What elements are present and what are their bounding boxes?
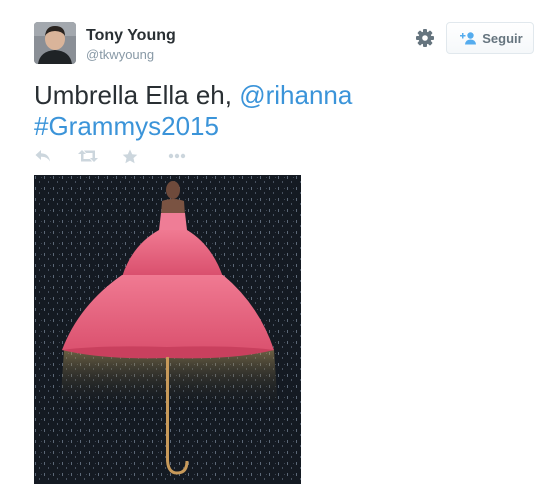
tweet-actions <box>34 148 186 164</box>
favorite-button[interactable] <box>122 149 138 164</box>
hashtag-link[interactable]: #Grammys2015 <box>34 111 219 141</box>
avatar-image <box>34 22 76 64</box>
reply-button[interactable] <box>34 149 52 163</box>
tweet-text-body: Umbrella Ella eh, <box>34 80 240 110</box>
retweet-button[interactable] <box>78 149 98 163</box>
more-icon <box>168 153 186 159</box>
photo-icon <box>34 175 301 484</box>
gear-icon <box>416 29 434 47</box>
favorite-icon <box>122 149 138 163</box>
more-button[interactable] <box>168 153 186 159</box>
user-name[interactable]: Tony Young <box>86 27 176 45</box>
tweet-photo[interactable] <box>34 175 301 484</box>
reply-icon <box>35 150 50 162</box>
add-user-icon <box>460 32 477 45</box>
tweet-text: Umbrella Ella eh, @rihanna #Grammys2015 <box>34 80 514 142</box>
mention-link[interactable]: @rihanna <box>239 80 352 110</box>
gear-button[interactable] <box>414 27 436 49</box>
user-handle[interactable]: @tkwyoung <box>86 47 154 62</box>
follow-button[interactable]: Seguir <box>446 22 534 54</box>
follow-button-label: Seguir <box>482 30 523 46</box>
avatar[interactable] <box>34 22 76 64</box>
retweet-icon <box>78 150 98 162</box>
